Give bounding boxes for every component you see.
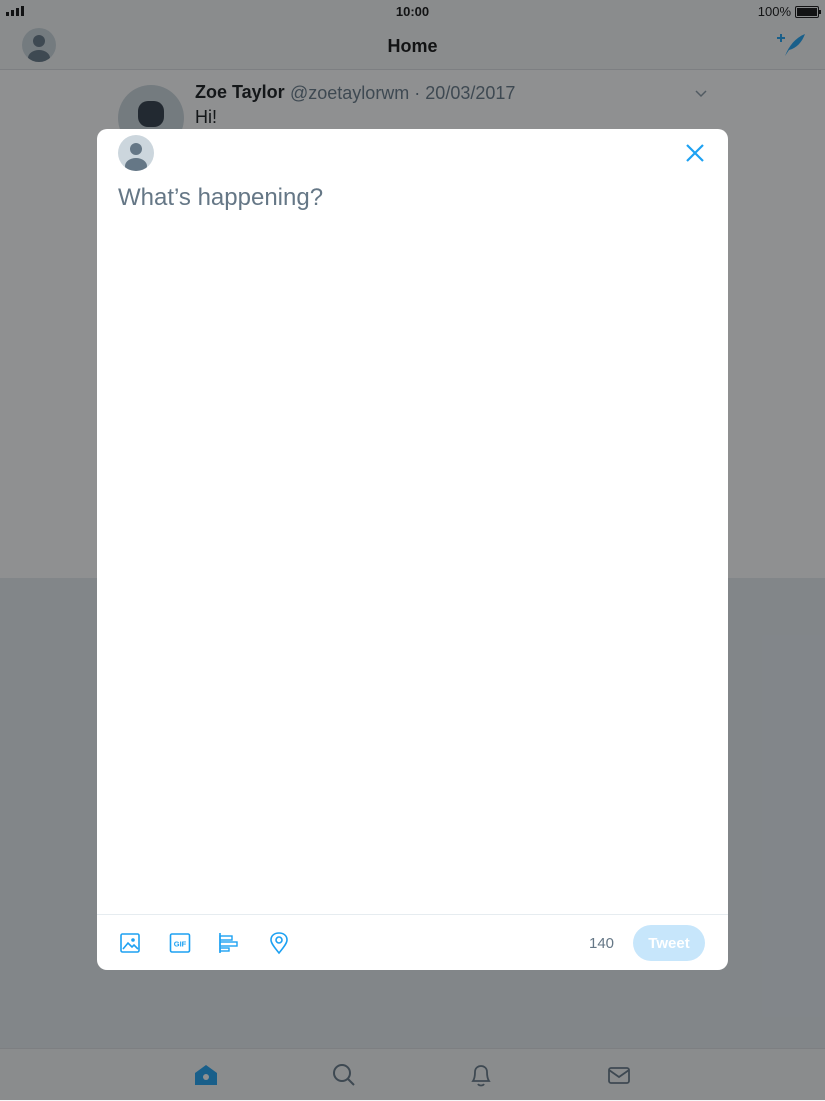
compose-modal: GIF 140 Tweet [97, 129, 728, 970]
compose-avatar [118, 135, 154, 171]
character-counter: 140 [589, 935, 615, 952]
tweet-button[interactable]: Tweet [633, 925, 705, 961]
location-icon[interactable] [267, 931, 291, 955]
close-icon[interactable] [684, 142, 706, 164]
gif-label: GIF [174, 940, 187, 949]
compose-toolbar: GIF 140 Tweet [97, 914, 728, 970]
poll-icon[interactable] [217, 931, 241, 955]
gif-icon[interactable]: GIF [168, 931, 192, 955]
compose-text-input[interactable] [118, 184, 706, 904]
image-icon[interactable] [118, 931, 142, 955]
